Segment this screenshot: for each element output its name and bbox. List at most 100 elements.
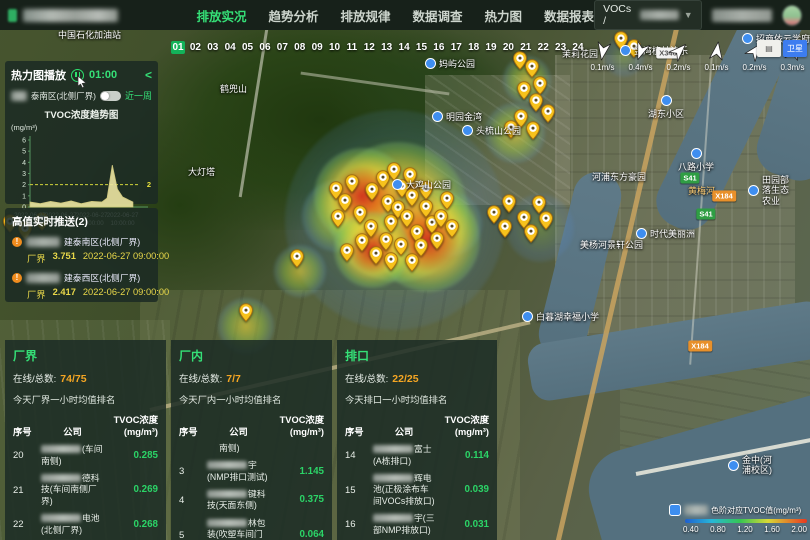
hour-03[interactable]: 03	[206, 41, 220, 54]
near-week-label: 近一周	[125, 89, 152, 102]
hour-21[interactable]: 21	[519, 41, 533, 54]
hour-23[interactable]: 23	[554, 41, 568, 54]
map-label: 大灯塔	[188, 165, 215, 178]
poi-icon	[748, 185, 759, 196]
hour-02[interactable]: 02	[188, 41, 202, 54]
monitor-pin[interactable]	[502, 194, 516, 213]
monitor-pin[interactable]	[524, 224, 538, 243]
blurred-text	[26, 237, 60, 247]
range-toggle[interactable]	[100, 91, 121, 101]
legend-ticks: 0.400.801.201.602.00	[683, 525, 807, 534]
table-row[interactable]: 22电池(北侧厂界)0.268	[13, 513, 158, 536]
roadmap-button[interactable]: ▤	[757, 40, 781, 57]
monitor-pin[interactable]	[539, 211, 553, 230]
table-row[interactable]: 3宇(NMP排口测试)1.145	[179, 460, 324, 483]
monitor-pin[interactable]	[345, 174, 359, 193]
blurred-text	[373, 474, 413, 482]
map-label: 湖东小区	[648, 95, 684, 120]
monitor-pin[interactable]	[331, 209, 345, 228]
wind-indicator: 0.1m/s	[590, 40, 615, 72]
monitor-pin[interactable]	[445, 219, 459, 238]
voc-factory-select[interactable]: VOCs / ▼	[594, 0, 702, 30]
panel-title: 排口	[345, 347, 489, 364]
hour-20[interactable]: 20	[501, 41, 515, 54]
tab-数据报表[interactable]: 数据报表	[544, 6, 594, 25]
hour-19[interactable]: 19	[484, 41, 498, 54]
hour-10[interactable]: 10	[328, 41, 342, 54]
road-badge: S41	[696, 209, 715, 220]
monitor-pin[interactable]	[384, 252, 398, 271]
push-item[interactable]: ! 建泰南区(北侧厂界) 厂界 3.751 2022-06-27 09:00:0…	[12, 235, 151, 265]
app-logo-icon	[8, 9, 17, 22]
hour-22[interactable]: 22	[536, 41, 550, 54]
row-value: 0.375	[272, 494, 324, 506]
panel-subtitle: 今天厂界一小时均值排名	[13, 392, 158, 406]
tab-排放实况[interactable]: 排放实况	[196, 6, 246, 25]
table-row[interactable]: 20(车间南侧)0.285	[13, 444, 158, 467]
hour-17[interactable]: 17	[449, 41, 463, 54]
online-label: 在线/总数:	[179, 374, 222, 385]
hour-09[interactable]: 09	[310, 41, 324, 54]
map-label: 黄梅河	[688, 184, 715, 197]
pause-button[interactable]	[71, 69, 84, 82]
table-row[interactable]: 5林包装(吹塑车间门口)0.064	[179, 518, 324, 540]
satellite-button[interactable]: 卫星	[783, 40, 807, 57]
legend-label: 色阶对应TVOC值(mg/m³)	[711, 505, 801, 516]
table-row[interactable]: 4键科技(天面东侧)0.375	[179, 489, 324, 512]
col-no: 序号	[345, 424, 371, 438]
row-company: 电池(北侧厂界)	[39, 513, 106, 536]
tab-趋势分析[interactable]: 趋势分析	[268, 6, 318, 25]
hour-01[interactable]: 01	[171, 41, 185, 54]
hour-24[interactable]: 24	[571, 41, 585, 54]
heatmap-playback-panel: 热力图播放 01:00 < 泰南区(北侧厂界) 近一周 TVOC浓度趋势图 (m…	[5, 61, 158, 204]
monitor-pin[interactable]	[369, 246, 383, 265]
legend-tick: 1.60	[764, 525, 780, 534]
panel-title: 厂内	[179, 347, 324, 364]
hour-11[interactable]: 11	[345, 41, 359, 54]
push-item[interactable]: ! 建泰西区(北侧厂界) 厂界 2.417 2022-06-27 09:00:0…	[12, 271, 151, 301]
hour-15[interactable]: 15	[414, 41, 428, 54]
push-value: 3.751	[53, 251, 76, 265]
monitor-pin[interactable]	[355, 233, 369, 252]
poi-icon	[462, 125, 473, 136]
hour-13[interactable]: 13	[380, 41, 394, 54]
monitor-pin[interactable]	[290, 249, 304, 268]
wind-arrow-icon	[590, 38, 615, 63]
monitor-pin[interactable]	[430, 231, 444, 250]
monitor-pin[interactable]	[239, 303, 253, 322]
hour-12[interactable]: 12	[362, 41, 376, 54]
hour-06[interactable]: 06	[258, 41, 272, 54]
monitor-pin[interactable]	[526, 121, 540, 140]
monitor-pin[interactable]	[405, 253, 419, 272]
hour-07[interactable]: 07	[275, 41, 289, 54]
legend-icon	[669, 504, 681, 516]
row-value: 1.145	[272, 466, 324, 478]
monitor-pin[interactable]	[340, 243, 354, 262]
table-row[interactable]: 21德科技(车间南侧厂界)0.269	[13, 473, 158, 507]
monitor-pin[interactable]	[498, 219, 512, 238]
collapse-chevron-icon[interactable]: <	[145, 68, 152, 82]
row-value: 0.269	[106, 484, 158, 496]
poi-icon	[425, 58, 436, 69]
hour-14[interactable]: 14	[397, 41, 411, 54]
hour-04[interactable]: 04	[223, 41, 237, 54]
wind-indicator: 0.4m/s	[628, 40, 653, 72]
avatar[interactable]	[782, 5, 802, 26]
hour-08[interactable]: 08	[293, 41, 307, 54]
monitor-pin[interactable]	[541, 104, 555, 123]
svg-text:5: 5	[22, 149, 26, 156]
blurred-text	[207, 519, 247, 527]
tab-排放规律[interactable]: 排放规律	[341, 6, 391, 25]
hour-18[interactable]: 18	[467, 41, 481, 54]
hour-05[interactable]: 05	[241, 41, 255, 54]
tab-数据调查[interactable]: 数据调查	[413, 6, 463, 25]
table-row[interactable]: 15辉电池(正极涂布车间VOCs排放口)0.039	[345, 473, 489, 507]
tab-热力图[interactable]: 热力图	[485, 6, 523, 25]
hour-16[interactable]: 16	[432, 41, 446, 54]
map-label: 田园部落生态农业	[748, 175, 792, 206]
blurred-text	[207, 461, 247, 469]
monitor-pin[interactable]	[440, 191, 454, 210]
row-value: 0.114	[437, 450, 489, 462]
table-row[interactable]: 16宇(三部NMP排放口)0.031	[345, 513, 489, 536]
table-row[interactable]: 14富士(A栋排口)0.114	[345, 444, 489, 467]
